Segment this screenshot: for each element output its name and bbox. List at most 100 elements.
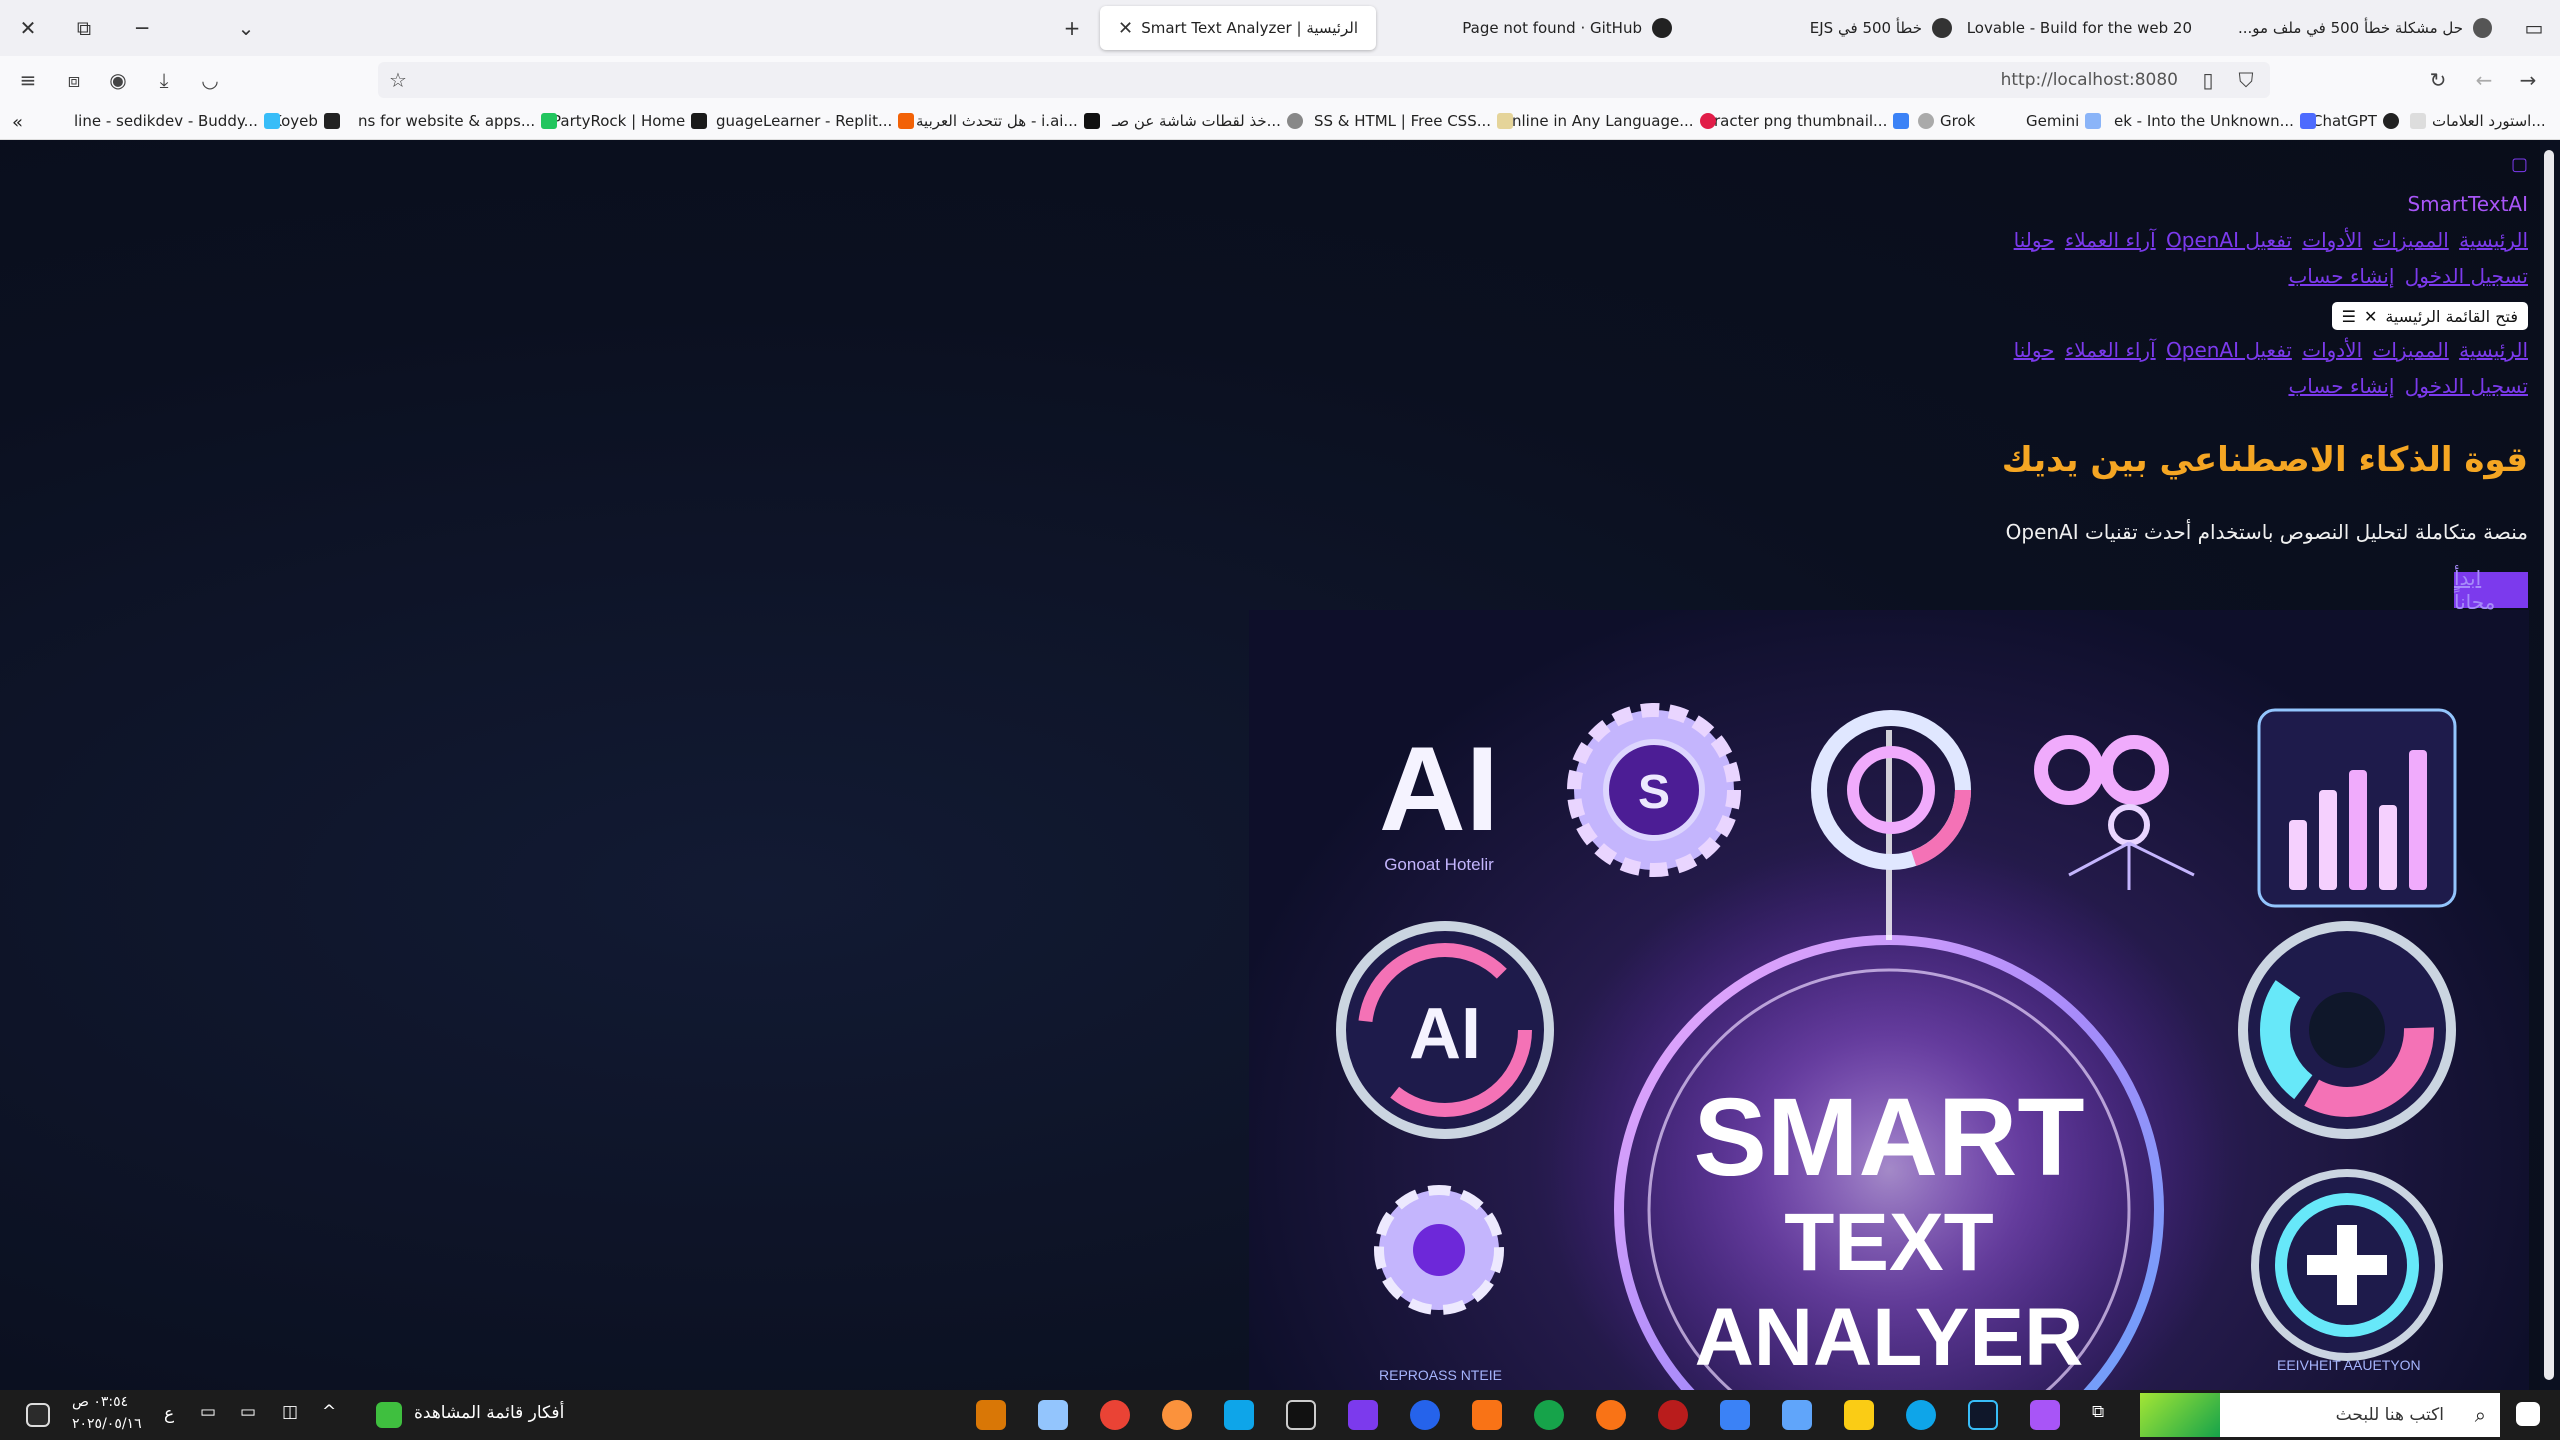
tab-overview-icon[interactable]: ▭ [2518,12,2550,44]
mobile-nav-link-testimonials[interactable]: آراء العملاء [2065,338,2156,362]
edge-dev-icon[interactable] [1410,1400,1440,1430]
bookmark-favicon-icon [1699,113,1716,129]
nav-link-features[interactable]: المميزات [2373,228,2449,252]
bookmark-item[interactable]: SS & HTML | Free CSS... [1314,112,1514,130]
bookmark-item[interactable]: PartyRock | Home [552,112,708,130]
chrome-alt-icon[interactable] [1534,1400,1564,1430]
mobile-signup-link[interactable]: إنشاء حساب [2288,374,2394,398]
notifications-icon[interactable] [26,1403,50,1427]
bookmark-star-icon[interactable]: ☆ [384,66,412,94]
firefox-icon[interactable] [1596,1400,1626,1430]
mobile-nav-link-openai[interactable]: تفعيل OpenAI [2166,338,2292,362]
taskbar-app-icon[interactable] [1658,1400,1688,1430]
tab-lovable[interactable]: Lovable - Build for the web 20 [1950,6,2220,50]
wifi-icon[interactable]: ◫ [282,1402,298,1422]
bookmark-item[interactable]: ek - Into the Unknown... [2114,112,2316,130]
svg-text:S: S [1638,766,1670,819]
account-icon[interactable]: ◉ [104,66,132,94]
tab-ejs-error[interactable]: خطأ 500 في EJS [1670,6,1970,50]
bookmark-item[interactable]: ChatGPT [2312,112,2399,130]
language-indicator[interactable]: ع [164,1404,174,1424]
bookmark-label: Gemini [2026,112,2080,130]
shield-icon[interactable]: ⛉ [2232,66,2260,94]
battery-icon[interactable]: ▭ [240,1402,256,1422]
page-scrollbar-thumb[interactable] [2544,150,2554,1380]
tab-github-404[interactable]: Page not found · GitHub [1380,6,1690,50]
bookmark-item[interactable]: racter png thumbnail... [1714,112,1910,130]
copilot-icon[interactable] [2030,1400,2060,1430]
illustration-ai-title: AI [1379,722,1499,856]
monitor-icon[interactable]: ▭ [200,1402,216,1422]
brand-logo[interactable]: SmartTextAI [2407,192,2528,216]
clock-time[interactable]: ٠٣:٥٤ ص [72,1394,128,1410]
mobile-nav-link-about[interactable]: حولنا [2014,338,2055,362]
open-main-menu-button[interactable]: فتح القائمة الرئيسية ✕ ☰ [2331,302,2528,330]
menu-icon[interactable]: ≡ [14,66,42,94]
partyrock-icon [691,113,708,129]
watchlist-label[interactable]: أفكار قائمة المشاهدة [414,1403,564,1423]
address-bar[interactable]: ☆ http://localhost:8080 ▯ ⛉ [378,62,2270,98]
brand-link[interactable]: SmartTextAI [2407,192,2528,216]
mail-icon[interactable] [1720,1400,1750,1430]
bookmark-item[interactable]: Koyeb [272,112,340,130]
illustration-ai-caption: Gonoat Hotelir [1384,855,1494,874]
taskbar-search-box[interactable]: اكتب هنا للبحث ⌕ [2140,1393,2500,1437]
bookmark-item[interactable]: Grok [1918,112,1975,130]
bookmark-item[interactable]: guageLearner - Replit... [716,112,915,130]
new-tab-button[interactable]: + [1056,12,1088,44]
close-tab-icon[interactable]: ✕ [1118,18,1133,39]
close-window-icon[interactable]: ✕ [12,12,44,44]
mobile-nav-link-home[interactable]: الرئيسية [2459,338,2528,362]
nav-link-tools[interactable]: الأدوات [2302,228,2362,252]
forward-arrow-icon[interactable]: → [2514,66,2542,94]
terminal-icon[interactable] [1286,1400,1316,1430]
chevron-up-icon[interactable]: ^ [322,1402,336,1422]
login-link[interactable]: تسجيل الدخول [2405,264,2528,288]
nav-link-home[interactable]: الرئيسية [2459,228,2528,252]
pocket-icon[interactable]: ◡ [196,66,224,94]
taskbar-app-icon[interactable] [1038,1400,1068,1430]
tab-smart-text-analyzer[interactable]: الرئيسية | Smart Text Analyzer ✕ [1100,6,1376,50]
extensions-icon[interactable]: ⧈ [60,66,88,94]
chrome-canary-icon[interactable] [1162,1400,1192,1430]
start-free-button[interactable]: ابدأ مجاناً [2454,566,2528,614]
watchlist-app-icon[interactable] [376,1402,402,1428]
downloads-icon[interactable]: ⤓ [150,66,178,94]
bookmark-item[interactable]: هل تتحدث العربية - i.ai... [916,112,1100,130]
url-text[interactable]: http://localhost:8080 [2001,70,2178,90]
reload-icon[interactable]: ↻ [2424,66,2452,94]
edge-icon[interactable] [1906,1400,1936,1430]
restore-window-icon[interactable]: ⧉ [68,12,100,44]
chevron-down-icon[interactable]: ⌄ [230,12,262,44]
mobile-login-link[interactable]: تسجيل الدخول [2405,374,2528,398]
bookmark-item[interactable]: خذ لقطات شاشة عن صـ... [1112,112,1303,130]
signup-link[interactable]: إنشاء حساب [2288,264,2394,288]
store-icon[interactable] [1782,1400,1812,1430]
nav-link-openai[interactable]: تفعيل OpenAI [2166,228,2292,252]
nav-link-about[interactable]: حولنا [2014,228,2055,252]
mobile-nav-link-features[interactable]: المميزات [2373,338,2449,362]
bookmark-item[interactable]: line - sedikdev - Buddy... [74,112,280,130]
bookmark-item[interactable]: Gemini [2026,112,2102,130]
windows-start-icon[interactable] [2516,1402,2540,1426]
taskbar-app-icon[interactable] [976,1400,1006,1430]
photoshop-icon[interactable] [1968,1400,1998,1430]
task-view-icon[interactable]: ⧉ [2092,1402,2104,1422]
back-arrow-icon[interactable]: ← [2470,66,2498,94]
tab-error-500[interactable]: حل مشكلة خطأ 500 في ملف مو... [2220,6,2510,50]
taskbar-app-icon[interactable] [1348,1400,1378,1430]
bookmark-item[interactable]: ns for website & apps... [358,112,558,130]
bookmark-favicon-icon [1083,113,1100,129]
minimize-window-icon[interactable]: ─ [126,12,158,44]
chrome-icon[interactable] [1100,1400,1130,1430]
chevron-left-double-icon[interactable]: « [12,112,23,133]
vscode-icon[interactable] [1224,1400,1254,1430]
bookmark-item[interactable]: استورد العلامات... [2410,112,2546,130]
xampp-icon[interactable] [1472,1400,1502,1430]
file-explorer-icon[interactable] [1844,1400,1874,1430]
bookmark-item[interactable]: nline in Any Language... [1512,112,1716,130]
clock-date[interactable]: ٢٠٢٥/٠٥/١٦ [72,1416,142,1432]
mobile-nav-link-tools[interactable]: الأدوات [2302,338,2362,362]
nav-link-testimonials[interactable]: آراء العملاء [2065,228,2156,252]
globe-icon [1918,113,1934,129]
